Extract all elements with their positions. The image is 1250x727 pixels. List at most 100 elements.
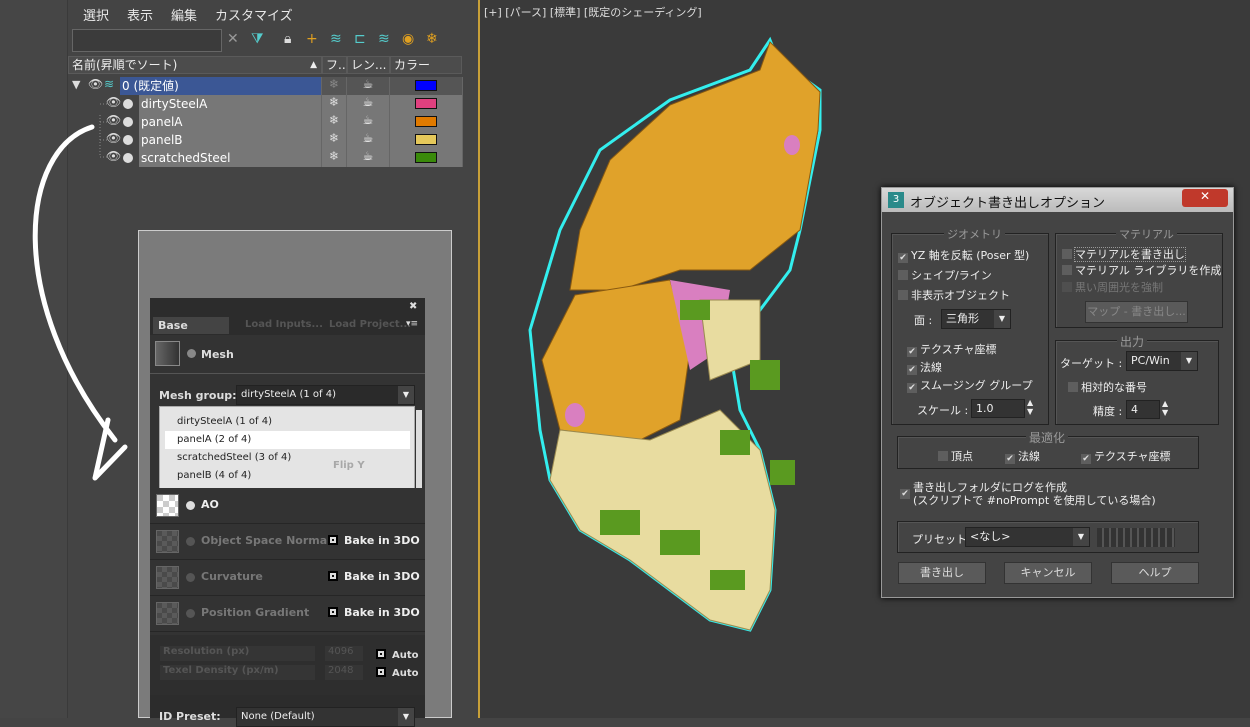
chevron-down-icon: ▼ [1073,528,1089,546]
preset-manager-icon[interactable] [1097,528,1175,547]
map-thumbnail[interactable] [156,566,179,589]
chevron-down-icon[interactable]: ▼ [398,708,414,726]
bake-in-3do-checkbox[interactable]: Bake in 3DO [328,534,420,547]
preset-dropdown[interactable]: <なし> ▼ [965,527,1090,547]
target-dropdown[interactable]: PC/Win ▼ [1126,351,1198,371]
force-black-ambient-checkbox[interactable]: 黒い周囲光を強制 [1062,279,1163,295]
mesh-status-dot [187,349,196,358]
mesh-group-option[interactable]: scratchedSteel (3 of 4) [165,449,315,467]
bake-in-3do-checkbox[interactable]: Bake in 3DO [328,606,420,619]
hand-model[interactable] [520,30,880,650]
tab-load-inputs[interactable]: Load Inputs... [245,319,323,330]
chevron-down-icon: ▼ [1181,352,1197,370]
output-group: 出力 ターゲット : PC/Win ▼ 相対的な番号 精度 : 4 ▲ ▼ [1055,333,1219,425]
bake-in-3do-checkbox[interactable]: Bake in 3DO [328,570,420,583]
mesh-group-value: dirtySteelA (1 of 4) [241,389,336,400]
auto-label: Auto [392,650,419,661]
chevron-down-icon[interactable]: ▼ [398,386,414,404]
faces-dropdown[interactable]: 三角形 ▼ [941,309,1011,329]
title-bar[interactable]: 3 オブジェクト書き出しオプション ✕ [882,188,1233,212]
export-options-dialog: 3 オブジェクト書き出しオプション ✕ ジオメトリ ✔ YZ 軸を反転 (Pose… [881,187,1234,598]
spinner-arrows-icon[interactable]: ▲ ▼ [1162,399,1168,417]
smoothing-checkbox[interactable]: ✔ スムージング グループ [907,377,1033,393]
precision-label: 精度 : [1093,405,1123,418]
map-row: Curvature Bake in 3DO [150,560,425,596]
map-row: Position Gradient Bake in 3DO [150,596,425,632]
app-3ds-icon: 3 [888,192,904,208]
mesh-group-dropdown[interactable]: dirtySteelA (1 of 4) ▼ [236,385,415,405]
map-name: Object Space Normal [201,534,331,547]
map-name: Position Gradient [201,606,310,619]
spinner-arrows-icon[interactable]: ▲ ▼ [1027,398,1033,416]
id-preset-label: ID Preset: [159,710,221,723]
id-preset-dropdown[interactable]: None (Default) ▼ [236,707,415,727]
texel-density-label: Texel Density (px/m) [160,665,315,680]
export-materials-checkbox[interactable]: マテリアルを書き出し [1062,246,1186,262]
dialog-title: オブジェクト書き出しオプション [910,196,1106,211]
precision-spinner[interactable]: 4 [1126,400,1160,419]
chevron-down-icon: ▼ [994,310,1010,328]
scale-label: スケール : [917,404,969,417]
close-button[interactable]: ✕ [1182,189,1228,207]
create-material-library-checkbox[interactable]: マテリアル ライブラリを作成 [1062,262,1221,278]
map-status-dot [186,573,195,582]
resolution-auto-checkbox[interactable]: Auto [376,648,419,661]
export-button[interactable]: 書き出し [898,562,986,584]
map-name: Curvature [201,570,263,583]
normals-checkbox[interactable]: ✔ 法線 [907,359,942,375]
texcoords-checkbox[interactable]: ✔ テクスチャ座標 [907,341,997,357]
texel-density-input[interactable]: 2048 [325,665,363,680]
mesh-group-option[interactable]: panelB (4 of 4) [165,467,315,485]
faces-label: 面 : [914,314,933,327]
optimize-title: 最適化 [1026,429,1069,446]
optimize-texcoords-checkbox[interactable]: ✔ テクスチャ座標 [1081,448,1171,464]
preset-group: プリセット : <なし> ▼ [897,521,1199,553]
resolution-input[interactable]: 4096 [325,646,363,661]
geometry-group: ジオメトリ ✔ YZ 軸を反転 (Poser 型) シェイプ/ライン 非表示オブジ… [891,226,1049,425]
map-thumbnail[interactable] [156,494,179,517]
resolution-label: Resolution (px) [160,646,315,661]
tab-menu-icon[interactable]: ▾≡ [406,319,418,329]
viewport-label[interactable]: [+] [パース] [標準] [既定のシェーディング] [484,4,702,20]
material-title: マテリアル [1116,226,1177,242]
scale-spinner[interactable]: 1.0 [971,399,1025,418]
tab-load-project[interactable]: Load Project... [329,319,411,330]
texel-auto-checkbox[interactable]: Auto [376,666,419,679]
close-icon[interactable]: ✖ [409,301,417,312]
mesh-group-list: dirtySteelA (1 of 4) panelA (2 of 4) scrat… [159,406,415,492]
mesh-group-option[interactable]: dirtySteelA (1 of 4) [165,413,315,431]
material-group: マテリアル マテリアルを書き出し マテリアル ライブラリを作成 黒い周囲光を強制… [1055,226,1223,328]
map-status-dot [186,609,195,618]
optimize-normals-checkbox[interactable]: ✔ 法線 [1005,448,1040,464]
cancel-button[interactable]: キャンセル [1004,562,1092,584]
mesh-group-label: Mesh group: [159,389,237,402]
map-export-button[interactable]: マップ - 書き出し... [1085,301,1188,323]
output-title: 出力 [1117,333,1148,350]
relative-numbers-checkbox[interactable]: 相対的な番号 [1068,379,1147,395]
help-button[interactable]: ヘルプ [1111,562,1199,584]
mesh-group-option[interactable]: panelA (2 of 4) [165,431,410,449]
mesh-thumbnail[interactable] [155,341,180,366]
mesh-label: Mesh [201,348,234,361]
flip-y-label: Flip Y [333,460,365,471]
map-thumbnail[interactable] [156,602,179,625]
map-row: AO [150,488,425,524]
optimize-group: 最適化 頂点 ✔ 法線 ✔ テクスチャ座標 [897,429,1199,469]
tab-base-creator[interactable]: Base Creator [153,317,229,349]
map-status-dot [186,501,195,510]
map-row: Object Space Normal Bake in 3DO [150,524,425,560]
shapes-checkbox[interactable]: シェイプ/ライン [898,267,992,283]
id-preset-value: None (Default) [241,711,315,722]
map-thumbnail[interactable] [156,530,179,553]
flip-yz-checkbox[interactable]: ✔ YZ 軸を反転 (Poser 型) [898,247,1029,263]
map-name: AO [201,498,219,511]
divider [150,373,425,374]
map-status-dot [186,537,195,546]
hidden-objects-checkbox[interactable]: 非表示オブジェクト [898,287,1010,303]
geometry-title: ジオメトリ [944,226,1005,242]
optimize-vertices-checkbox[interactable]: 頂点 [938,448,973,464]
log-checkbox[interactable]: ✔ [900,485,913,499]
target-label: ターゲット : [1060,357,1123,370]
log-label-line2: (スクリプトで #noPrompt を使用している場合) [913,494,1156,507]
auto-label: Auto [392,668,419,679]
